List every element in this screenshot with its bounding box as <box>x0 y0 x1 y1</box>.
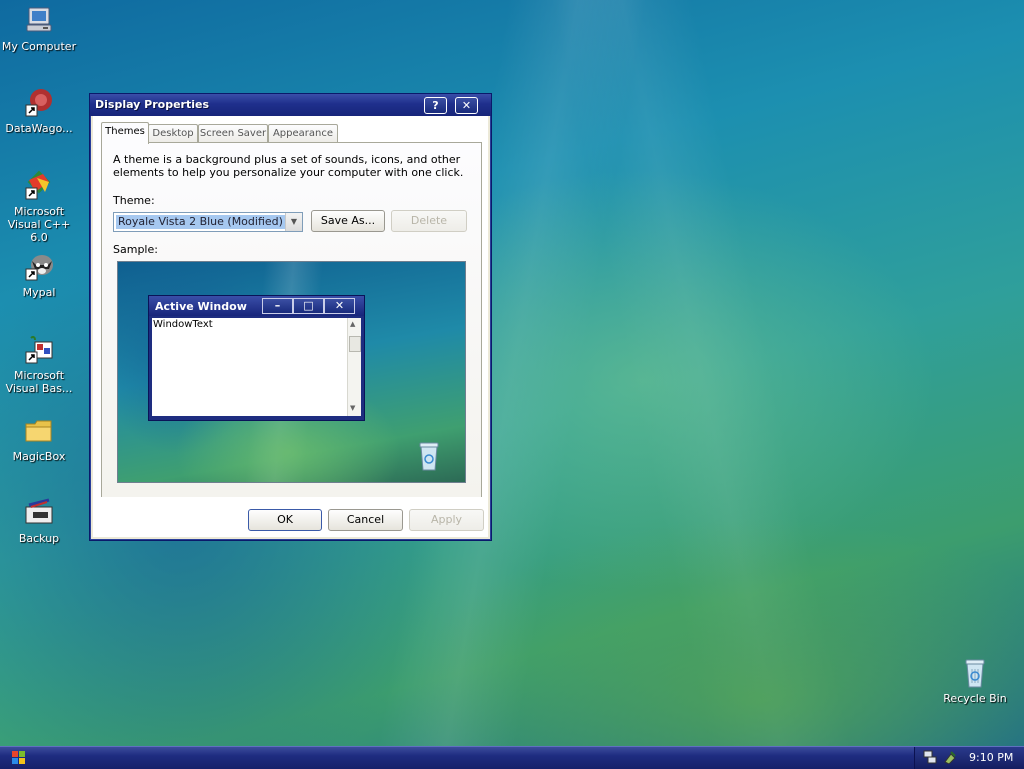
tab-themes[interactable]: Themes <box>101 122 149 144</box>
desktop-icon-my-computer[interactable]: My Computer <box>1 5 77 53</box>
desktop-icon-mypal[interactable]: Mypal <box>1 251 77 299</box>
scroll-up-icon: ▲ <box>350 320 356 328</box>
tab-desktop[interactable]: Desktop <box>148 124 198 143</box>
clock[interactable]: 9:10 PM <box>969 751 1013 764</box>
folder-icon <box>25 420 52 442</box>
desktop-icon-visual-cpp[interactable]: Microsoft Visual C++ 6.0 <box>1 170 77 244</box>
sample-label: Sample: <box>113 243 158 256</box>
recycle-bin-icon <box>965 659 985 688</box>
preview-scrollbar: ▲ ▼ <box>347 318 361 416</box>
desktop: My Computer DataWago... Microsoft Visual… <box>0 0 1024 746</box>
desktop-icon-magicbox[interactable]: MagicBox <box>1 415 77 463</box>
preview-titlebar: Active Window – □ ✕ <box>149 296 364 316</box>
visual-cpp-icon <box>25 170 51 200</box>
ok-button[interactable]: OK <box>248 509 322 531</box>
preview-window-title: Active Window <box>155 300 247 313</box>
dialog-body: Themes Desktop Screen Saver Appearance A… <box>93 116 488 537</box>
theme-description: A theme is a background plus a set of so… <box>113 153 464 179</box>
scroll-down-icon: ▼ <box>350 404 356 412</box>
delete-button[interactable]: Delete <box>391 210 467 232</box>
desktop-icon-visual-basic[interactable]: Microsoft Visual Bas... <box>1 334 77 395</box>
themes-tab-panel: A theme is a background plus a set of so… <box>101 142 482 499</box>
desktop-icon-backup[interactable]: Backup <box>1 497 77 545</box>
dialog-footer: OK Cancel Apply <box>93 497 488 537</box>
desktop-icon-label: Microsoft Visual Bas... <box>5 369 73 395</box>
theme-select[interactable]: Royale Vista 2 Blue (Modified) ▼ <box>113 212 303 232</box>
computer-icon <box>26 7 52 32</box>
start-button[interactable] <box>12 751 26 765</box>
desktop-icon-label: Mypal <box>22 286 56 299</box>
maximize-icon: □ <box>293 298 324 314</box>
visual-basic-icon <box>25 335 53 364</box>
preview-scroll-thumb <box>349 336 361 352</box>
raccoon-icon <box>25 255 53 281</box>
preview-active-window: Active Window – □ ✕ WindowText ▲ ▼ <box>148 295 365 421</box>
desktop-icon-label: My Computer <box>1 40 77 53</box>
tab-screen-saver[interactable]: Screen Saver <box>198 124 268 143</box>
desktop-icon-label: DataWago... <box>5 122 73 135</box>
desktop-icon-label: Backup <box>18 532 60 545</box>
theme-select-value: Royale Vista 2 Blue (Modified) <box>116 215 285 229</box>
desktop-icon-datawagon[interactable]: DataWago... <box>1 87 77 135</box>
cancel-button[interactable]: Cancel <box>328 509 403 531</box>
recycle-bin-icon <box>419 442 439 471</box>
preview-window-text: WindowText <box>153 319 213 330</box>
theme-sample-preview: Active Window – □ ✕ WindowText ▲ ▼ <box>117 261 466 483</box>
desktop-icon-label: Recycle Bin <box>943 692 1007 705</box>
datawagon-icon <box>25 89 52 117</box>
apply-button[interactable]: Apply <box>409 509 484 531</box>
help-button[interactable]: ? <box>424 97 447 114</box>
tab-appearance[interactable]: Appearance <box>268 124 338 143</box>
system-tray: 9:10 PM <box>914 747 1024 769</box>
close-button[interactable]: ✕ <box>455 97 478 114</box>
display-properties-dialog: Display Properties ? ✕ Themes Desktop Sc… <box>89 93 492 541</box>
save-as-button[interactable]: Save As... <box>311 210 385 232</box>
preview-window-content: WindowText <box>152 318 347 416</box>
dialog-titlebar[interactable]: Display Properties ? ✕ <box>90 94 491 116</box>
taskbar: 9:10 PM <box>0 746 1024 769</box>
desktop-icon-label: MagicBox <box>12 450 66 463</box>
close-icon: ✕ <box>324 298 355 314</box>
desktop-icon-label: Microsoft Visual C++ 6.0 <box>7 205 71 244</box>
safely-remove-hardware-icon[interactable] <box>943 750 957 764</box>
chevron-down-icon[interactable]: ▼ <box>285 213 302 231</box>
dialog-title: Display Properties <box>95 98 210 111</box>
backup-icon <box>25 498 53 524</box>
minimize-icon: – <box>262 298 293 314</box>
network-icon[interactable] <box>923 750 937 764</box>
desktop-icon-recycle-bin[interactable]: Recycle Bin <box>937 657 1013 705</box>
theme-label: Theme: <box>113 194 155 207</box>
